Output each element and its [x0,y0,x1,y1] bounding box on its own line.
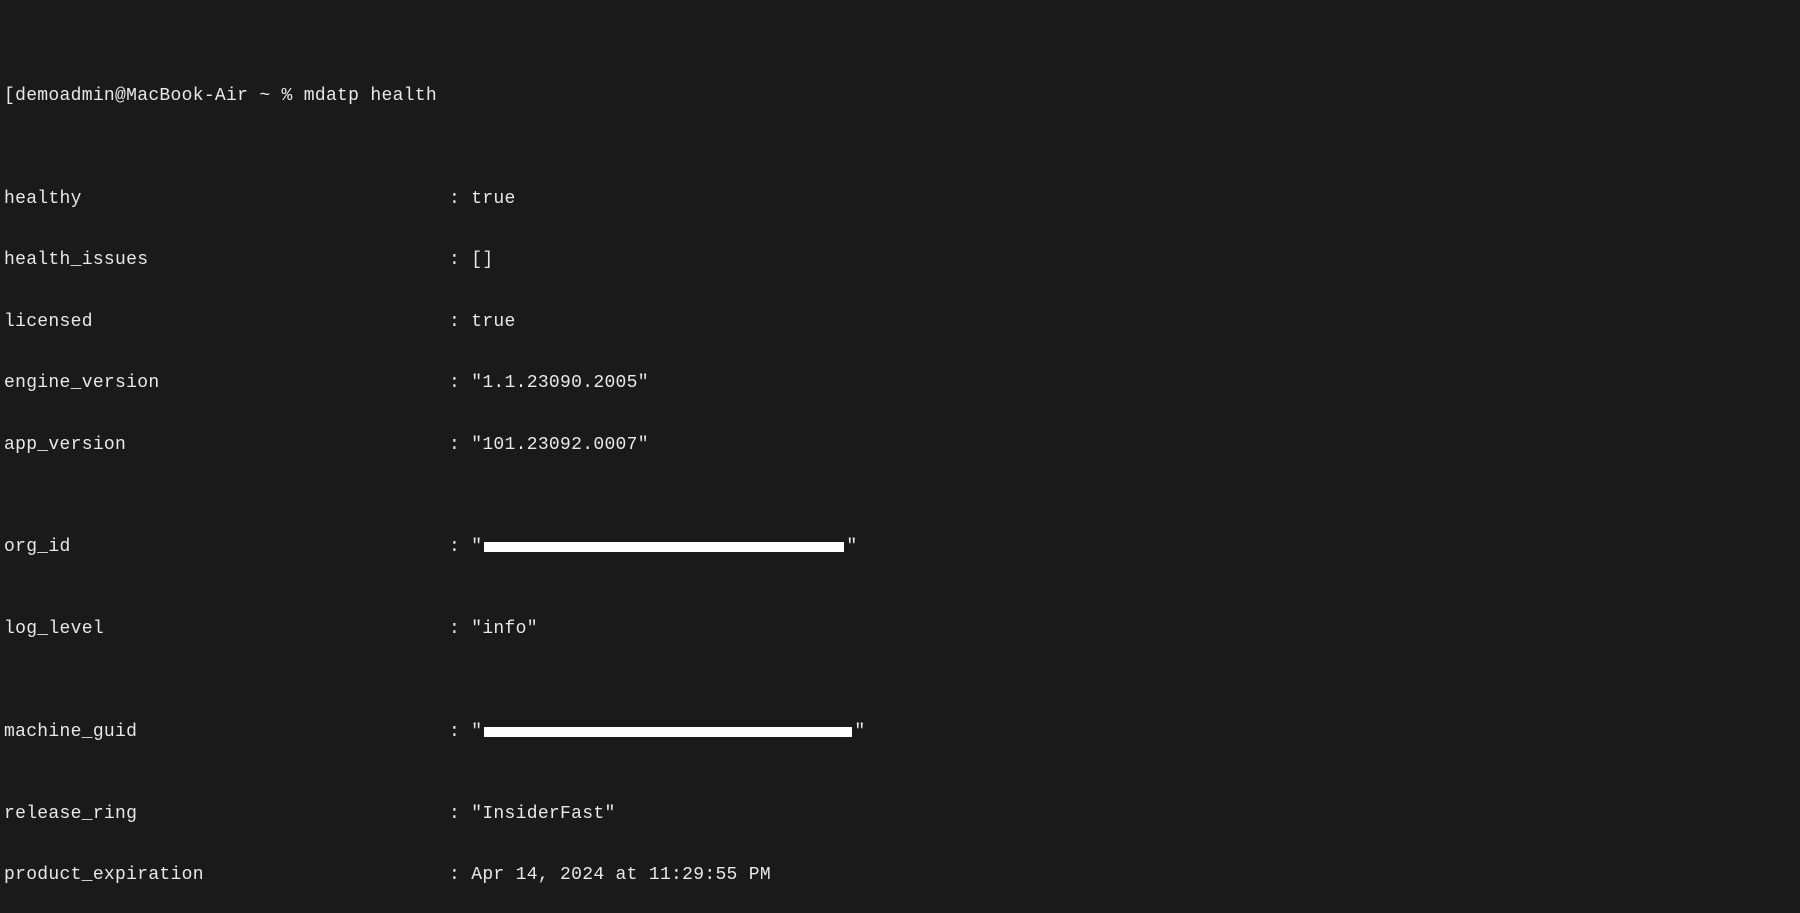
value: "1.1.23090.2005" [471,373,649,394]
key: engine_version [4,373,449,394]
quote-open: " [471,722,482,743]
value: "101.23092.0007" [471,435,649,456]
redacted-bar [484,542,844,552]
value: " " [471,537,857,558]
value: Apr 14, 2024 at 11:29:55 PM [471,865,771,886]
row-healthy: healthy: true [4,189,1796,210]
key: healthy [4,189,449,210]
row-machine-guid: machine_guid: " " [4,722,1796,743]
key: org_id [4,537,449,558]
row-product-expiration: product_expiration: Apr 14, 2024 at 11:2… [4,865,1796,886]
row-licensed: licensed: true [4,312,1796,333]
quote-close: " [854,722,865,743]
key: health_issues [4,250,449,271]
row-health-issues: health_issues: [] [4,250,1796,271]
row-log-level: log_level: "info" [4,619,1796,640]
quote-open: " [471,537,482,558]
value: true [471,189,515,210]
value: true [471,312,515,333]
value: "info" [471,619,538,640]
key: licensed [4,312,449,333]
value: [] [471,250,493,271]
row-engine-version: engine_version: "1.1.23090.2005" [4,373,1796,394]
value: " " [471,722,865,743]
row-org-id: org_id: " " [4,537,1796,558]
value: "InsiderFast" [471,804,615,825]
row-app-version: app_version: "101.23092.0007" [4,435,1796,456]
terminal-output[interactable]: [demoadmin@MacBook-Air ~ % mdatp health … [0,0,1800,913]
redacted-bar [484,727,852,737]
key: app_version [4,435,449,456]
key: log_level [4,619,449,640]
key: release_ring [4,804,449,825]
row-release-ring: release_ring: "InsiderFast" [4,804,1796,825]
shell-prompt: [demoadmin@MacBook-Air ~ % [4,86,304,107]
prompt-line: [demoadmin@MacBook-Air ~ % mdatp health [4,86,1796,107]
key: product_expiration [4,865,449,886]
command-text: mdatp health [304,86,437,107]
key: machine_guid [4,722,449,743]
colon: : [449,189,471,210]
quote-close: " [846,537,857,558]
